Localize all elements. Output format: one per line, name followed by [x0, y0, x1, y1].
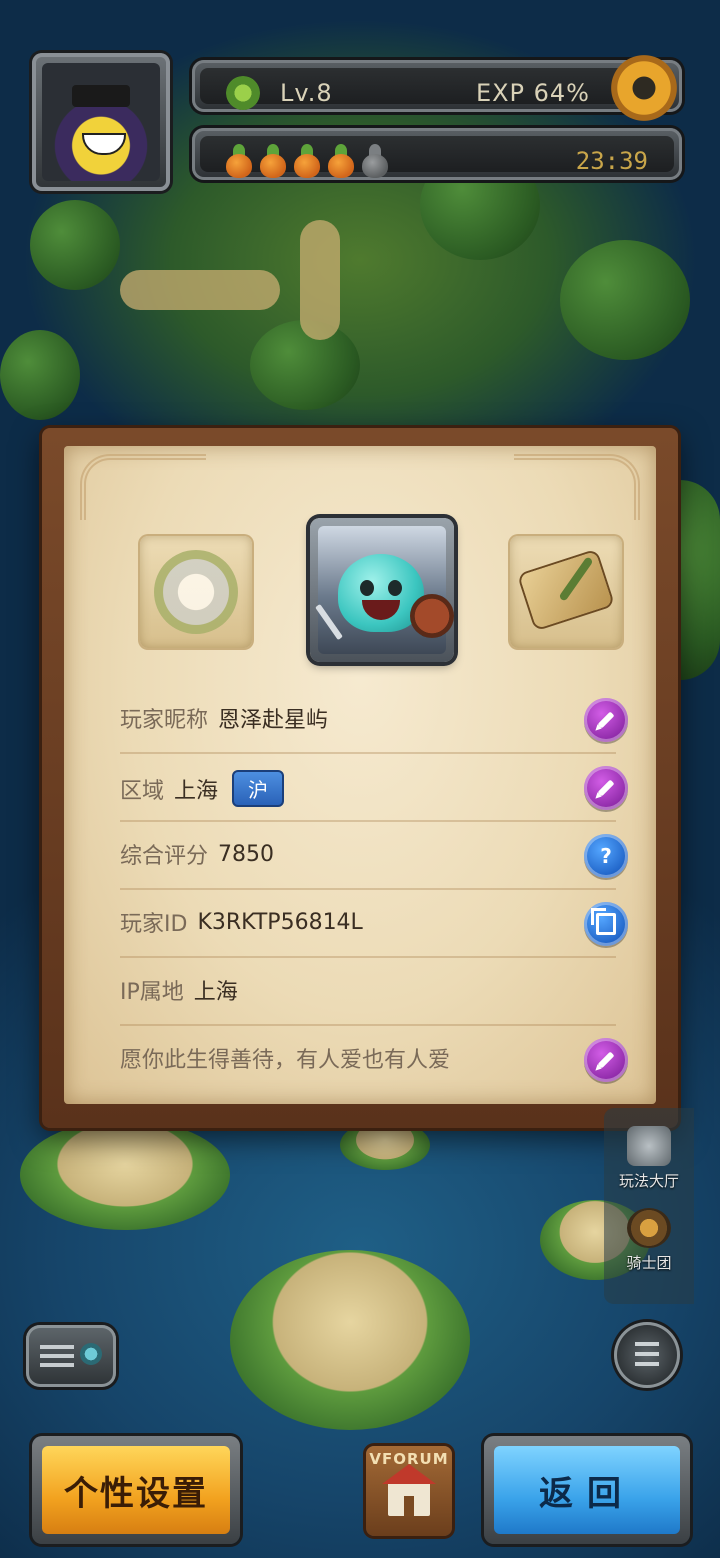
forum-button[interactable]: VFORUM [366, 1446, 452, 1536]
region-tag: 沪 [232, 770, 285, 807]
menu-list-icon [635, 1342, 659, 1368]
side-item-label: 骑士团 [626, 1254, 672, 1272]
personal-settings-label: 个性设置 [42, 1446, 230, 1534]
carrot-icon [326, 144, 356, 178]
score-label: 综合评分 [120, 844, 209, 869]
energy-timer: 23:39 [575, 147, 648, 175]
settings-gear-icon[interactable] [608, 52, 680, 124]
edit-icon [597, 779, 615, 797]
laurel-badge-icon [154, 550, 238, 634]
nickname-row: 玩家昵称 恩泽赴星屿 [120, 686, 628, 754]
copy-icon [591, 908, 616, 935]
avatar-image [42, 63, 160, 181]
signature-text: 愿你此生得善待，有人爱也有人爱 [120, 1048, 451, 1073]
radio-button[interactable] [26, 1325, 116, 1387]
player-avatar[interactable] [32, 53, 170, 191]
level-label: Lv.8 [280, 79, 333, 107]
radio-speaker-icon [40, 1345, 74, 1367]
help-icon: ? [600, 844, 612, 868]
nickname-label: 玩家昵称 [120, 708, 209, 733]
region-row: 区域 上海 沪 [120, 754, 628, 822]
carrot-icon [224, 144, 254, 178]
player-id-label: 玩家ID [120, 912, 188, 937]
house-icon [382, 1464, 436, 1516]
score-value: 7850 [218, 841, 275, 867]
back-label: 返回 [494, 1446, 680, 1534]
menu-button[interactable] [614, 1322, 680, 1388]
personal-settings-button[interactable]: 个性设置 [32, 1436, 240, 1544]
copy-id-button[interactable] [584, 902, 628, 946]
exp-label: EXP 64% [475, 79, 590, 107]
side-item-game-hall[interactable]: 玩法大厅 [604, 1126, 694, 1191]
character-portrait[interactable] [310, 518, 454, 662]
signature-row: 愿你此生得善待，有人爱也有人爱 [120, 1026, 628, 1092]
side-item-knights[interactable]: 骑士团 [604, 1208, 694, 1273]
player-id-row: 玩家ID K3RKTP56814L [120, 890, 628, 958]
scroll-slot[interactable] [510, 536, 622, 648]
score-row: 综合评分 7850 ? [120, 822, 628, 890]
level-tree-icon [226, 76, 260, 110]
nickname-value: 恩泽赴星屿 [218, 708, 329, 733]
edit-region-button[interactable] [584, 766, 628, 810]
shield-icon [410, 594, 454, 638]
side-menu: 玩法大厅 骑士团 [604, 1108, 694, 1304]
gamepad-icon [627, 1126, 671, 1166]
edit-nickname-button[interactable] [584, 698, 628, 742]
carrot-icon [258, 144, 288, 178]
back-button[interactable]: 返回 [484, 1436, 690, 1544]
carrot-list [224, 144, 390, 178]
profile-card-body: 玩家昵称 恩泽赴星屿 区域 上海 沪 综合评分 7850 ? 玩家ID K3RK… [64, 446, 656, 1104]
energy-bar: 23:39 [192, 128, 682, 180]
ip-location-row: IP属地 上海 [120, 958, 616, 1026]
edit-signature-button[interactable] [584, 1038, 628, 1082]
edit-icon [597, 711, 615, 729]
player-id-value: K3RKTP56814L [197, 909, 363, 935]
region-label: 区域 [120, 778, 165, 804]
trophy-icon [627, 1208, 671, 1248]
side-item-label: 玩法大厅 [618, 1172, 679, 1190]
carrot-icon [292, 144, 322, 178]
region-value: 上海 [174, 778, 219, 804]
score-help-button[interactable]: ? [584, 834, 628, 878]
profile-card: 玩家昵称 恩泽赴星屿 区域 上海 沪 综合评分 7850 ? 玩家ID K3RK… [42, 428, 678, 1128]
corner-ornament [80, 454, 206, 520]
badge-slot[interactable] [140, 536, 252, 648]
ip-location-value: 上海 [193, 980, 238, 1005]
carrot-empty-icon [360, 144, 390, 178]
edit-icon [597, 1051, 615, 1069]
ip-location-label: IP属地 [120, 980, 184, 1005]
radio-dial-icon [80, 1343, 102, 1365]
corner-ornament [514, 454, 640, 520]
